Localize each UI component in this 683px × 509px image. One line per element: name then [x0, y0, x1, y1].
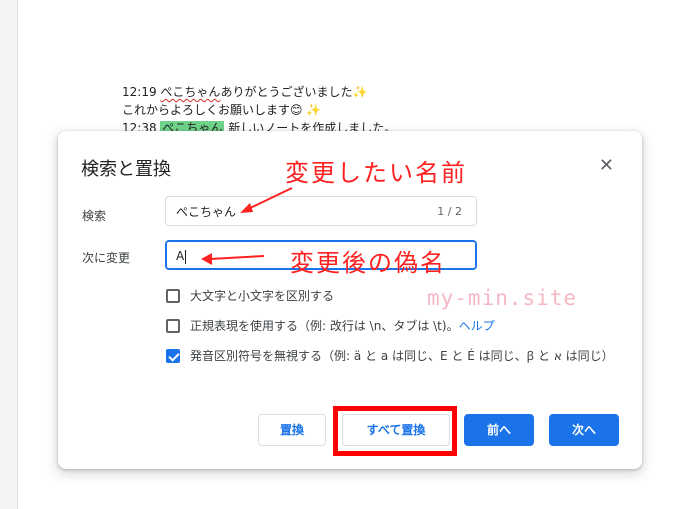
close-icon[interactable]: ✕: [599, 157, 614, 175]
smile-icon: 😊: [290, 103, 303, 117]
annotation-replace: 変更後の偽名: [290, 249, 446, 277]
text-caret: [185, 249, 187, 264]
name-text: ぺこちゃん: [160, 85, 221, 99]
timestamp: 12:19: [122, 85, 157, 99]
help-link[interactable]: ヘルプ: [459, 319, 495, 333]
replace-button[interactable]: 置換: [258, 414, 326, 446]
option-regex[interactable]: 正規表現を使用する（例: 改行は \n、タブは \t)。ヘルプ: [166, 317, 495, 334]
previous-button[interactable]: 前へ: [464, 414, 534, 446]
find-input[interactable]: ぺこちゃん 1 / 2: [165, 196, 477, 226]
message-text: これからよろしくお願いします: [122, 103, 291, 117]
doc-line-1: 12:19 ぺこちゃんありがとうございました✨: [122, 83, 367, 100]
sparkles-icon: ✨: [306, 103, 322, 117]
checkbox[interactable]: [166, 318, 180, 333]
option-match-case[interactable]: 大文字と小文字を区別する: [166, 287, 334, 304]
dialog-title: 検索と置換: [81, 159, 171, 180]
next-button[interactable]: 次へ: [549, 414, 619, 446]
match-count: 1 / 2: [437, 205, 462, 218]
arrow-icon: [240, 187, 293, 213]
arrow-icon: [201, 253, 265, 265]
checkbox-checked[interactable]: [166, 348, 180, 363]
doc-line-2: これからよろしくお願いします😊 ✨: [122, 101, 321, 118]
replace-label: 次に変更: [82, 251, 131, 265]
find-label: 検索: [82, 209, 107, 223]
replace-all-button[interactable]: すべて置換: [342, 414, 450, 446]
annotation-find: 変更したい名前: [285, 159, 467, 187]
watermark: my-min.site: [427, 286, 578, 310]
find-value: ぺこちゃん: [176, 205, 237, 219]
option-label: 大文字と小文字を区別する: [190, 289, 335, 303]
message-text: ありがとうございました: [220, 85, 353, 99]
replace-value: A: [176, 249, 185, 263]
option-ignore-diacritics[interactable]: 発音区別符号を無視する（例: ä と a は同じ、E と É は同じ、ꞵ と א…: [166, 347, 614, 364]
option-label: 発音区別符号を無視する（例: ä と a は同じ、E と É は同じ、ꞵ と א…: [190, 349, 614, 363]
checkbox[interactable]: [166, 288, 180, 303]
sparkles-icon: ✨: [352, 85, 368, 99]
option-label: 正規表現を使用する（例: 改行は \n、タブは \t)。: [190, 319, 459, 333]
